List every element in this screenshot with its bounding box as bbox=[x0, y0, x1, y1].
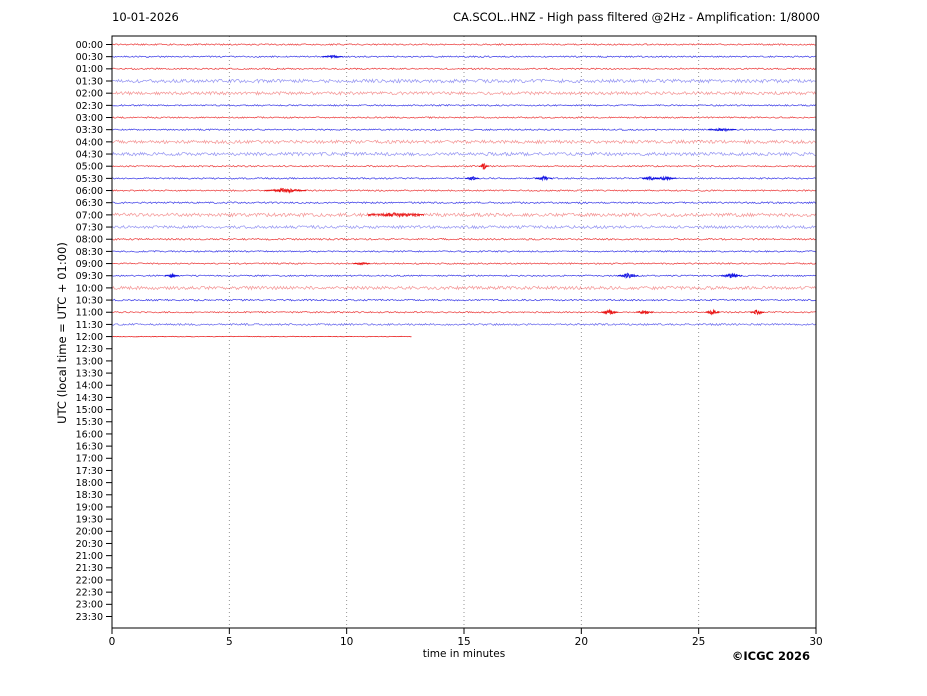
y-tick-label-17:30: 17:30 bbox=[76, 466, 103, 477]
y-tick-label-06:00: 06:00 bbox=[76, 186, 103, 197]
y-tick-label-14:30: 14:30 bbox=[76, 393, 103, 404]
trace-row-12:00 bbox=[112, 335, 412, 338]
trace-row-09:00 bbox=[112, 262, 816, 265]
y-tick-label-10:30: 10:30 bbox=[76, 295, 103, 306]
helicorder-plot: 0 5 10 15 20 25 30 00:0000:3001:0001:30 02:0002:… bbox=[76, 35, 823, 648]
trace-event-05:30 bbox=[465, 176, 480, 181]
trace-row-06:00 bbox=[112, 187, 816, 194]
y-tick-label-13:30: 13:30 bbox=[76, 368, 103, 379]
trace-event-06:00 bbox=[264, 187, 307, 194]
y-tick-label-00:00: 00:00 bbox=[76, 40, 103, 51]
x-tick-label: 0 bbox=[109, 636, 116, 648]
trace-row-03:00 bbox=[112, 116, 816, 119]
trace-event-09:30 bbox=[720, 273, 743, 279]
y-tick-label-01:00: 01:00 bbox=[76, 64, 103, 75]
y-tick-label-10:00: 10:00 bbox=[76, 283, 103, 294]
trace-row-06:30 bbox=[112, 201, 816, 205]
y-tick-label-04:00: 04:00 bbox=[76, 137, 103, 148]
y-tick-label-12:30: 12:30 bbox=[76, 344, 103, 355]
y-tick-label-05:00: 05:00 bbox=[76, 162, 103, 173]
y-tick-label-12:00: 12:00 bbox=[76, 332, 103, 343]
y-tick-label-15:00: 15:00 bbox=[76, 405, 103, 416]
y-tick-label-08:00: 08:00 bbox=[76, 235, 103, 246]
x-tick-label: 5 bbox=[226, 636, 233, 648]
y-tick-label-02:30: 02:30 bbox=[76, 101, 103, 112]
y-tick-label-01:30: 01:30 bbox=[76, 76, 103, 87]
y-tick-label-11:00: 11:00 bbox=[76, 308, 103, 319]
trace-event-09:30 bbox=[617, 273, 639, 280]
trace-row-00:00 bbox=[112, 43, 816, 46]
y-tick-label-09:00: 09:00 bbox=[76, 259, 103, 270]
trace-event-05:30 bbox=[654, 175, 677, 181]
trace-row-01:30 bbox=[112, 77, 816, 84]
y-tick-label-05:30: 05:30 bbox=[76, 174, 103, 185]
y-tick-label-23:00: 23:00 bbox=[76, 600, 103, 611]
y-tick-label-14:00: 14:00 bbox=[76, 381, 103, 392]
y-tick-label-13:00: 13:00 bbox=[76, 356, 103, 367]
y-tick-label-22:30: 22:30 bbox=[76, 588, 103, 599]
trace-row-01:00 bbox=[112, 67, 816, 71]
y-tick-label-18:30: 18:30 bbox=[76, 490, 103, 501]
y-tick-label-19:30: 19:30 bbox=[76, 515, 103, 526]
y-tick-label-06:30: 06:30 bbox=[76, 198, 103, 209]
trace-event-11:00 bbox=[750, 309, 765, 316]
helicorder-figure: 10-01-2026 CA.SCOL..HNZ - High pass filt… bbox=[0, 0, 927, 696]
trace-row-10:30 bbox=[112, 298, 816, 302]
y-tick-label-23:30: 23:30 bbox=[76, 612, 103, 623]
y-tick-label-21:30: 21:30 bbox=[76, 563, 103, 574]
y-tick-label-20:30: 20:30 bbox=[76, 539, 103, 550]
y-tick-label-02:00: 02:00 bbox=[76, 89, 103, 100]
trace-row-08:30 bbox=[112, 250, 816, 253]
y-tick-label-11:30: 11:30 bbox=[76, 320, 103, 331]
y-tick-label-04:30: 04:30 bbox=[76, 149, 103, 160]
y-tick-label-07:00: 07:00 bbox=[76, 210, 103, 221]
x-tick-label: 15 bbox=[457, 636, 470, 648]
trace-row-10:00 bbox=[112, 285, 816, 291]
trace-row-04:00 bbox=[112, 139, 816, 145]
y-tick-label-08:30: 08:30 bbox=[76, 247, 103, 258]
y-tick-label-03:00: 03:00 bbox=[76, 113, 103, 124]
trace-row-00:30 bbox=[112, 54, 816, 59]
x-tick-label: 25 bbox=[692, 636, 705, 648]
y-tick-label-16:30: 16:30 bbox=[76, 442, 103, 453]
y-tick-label-00:30: 00:30 bbox=[76, 52, 103, 63]
copyright: ©ICGC 2026 bbox=[731, 649, 810, 663]
x-tick-label: 30 bbox=[809, 636, 822, 648]
trace-row-02:00 bbox=[112, 90, 816, 96]
y-tick-label-22:00: 22:00 bbox=[76, 575, 103, 586]
y-tick-label-19:00: 19:00 bbox=[76, 502, 103, 513]
x-axis-label: time in minutes bbox=[422, 648, 506, 660]
y-tick-label-09:30: 09:30 bbox=[76, 271, 103, 282]
trace-event-03:30 bbox=[707, 127, 737, 132]
x-tick-label: 10 bbox=[340, 636, 353, 648]
trace-event-11:00 bbox=[635, 310, 654, 315]
x-tick-label: 20 bbox=[575, 636, 588, 648]
trace-row-07:30 bbox=[112, 224, 816, 230]
trace-row-08:00 bbox=[112, 237, 816, 241]
y-tick-label-15:30: 15:30 bbox=[76, 417, 103, 428]
y-tick-label-17:00: 17:00 bbox=[76, 454, 103, 465]
trace-row-09:30 bbox=[112, 272, 816, 279]
y-tick-label-03:30: 03:30 bbox=[76, 125, 103, 136]
y-tick-label-16:00: 16:00 bbox=[76, 429, 103, 440]
y-tick-label-21:00: 21:00 bbox=[76, 551, 103, 562]
trace-row-11:30 bbox=[112, 322, 816, 327]
y-tick-label-20:00: 20:00 bbox=[76, 527, 103, 538]
y-tick-label-07:30: 07:30 bbox=[76, 222, 103, 233]
trace-event-11:00 bbox=[705, 308, 720, 315]
y-tick-label-18:00: 18:00 bbox=[76, 478, 103, 489]
